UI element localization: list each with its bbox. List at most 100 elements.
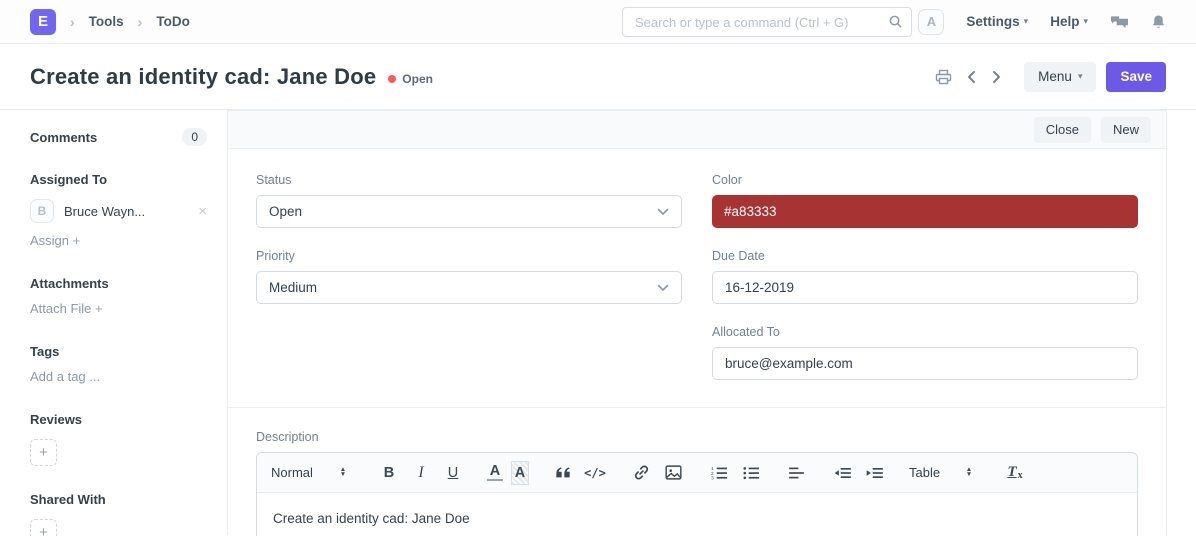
description-label: Description — [256, 430, 1138, 444]
attach-file-link[interactable]: Attach File + — [30, 301, 103, 316]
description-editor-content[interactable]: Create an identity cad: Jane Doe — [257, 493, 1137, 536]
due-date-label: Due Date — [712, 249, 1138, 263]
plus-icon: + — [39, 444, 48, 461]
due-date-input[interactable] — [712, 271, 1138, 304]
font-color-button[interactable]: A — [487, 464, 503, 481]
add-tag-input[interactable]: Add a tag ... — [30, 369, 100, 384]
new-button[interactable]: New — [1101, 117, 1151, 143]
chevron-down-icon: ▾ — [1083, 16, 1088, 27]
comments-count-badge: 0 — [182, 128, 207, 146]
priority-field: Priority Medium — [256, 249, 682, 304]
breadcrumb-todo[interactable]: ToDo — [156, 14, 190, 29]
status-label: Status — [256, 173, 682, 187]
link-button[interactable] — [629, 461, 653, 485]
search-icon — [888, 14, 903, 29]
navbar: E › Tools › ToDo A Settings ▾ Help ▾ — [0, 0, 1196, 44]
search-input[interactable] — [622, 7, 912, 37]
code-button[interactable]: </> — [583, 461, 607, 485]
clear-format-button[interactable]: T x — [1003, 461, 1027, 485]
reviews-heading: Reviews — [30, 412, 207, 427]
print-icon[interactable] — [933, 67, 954, 87]
ordered-list-button[interactable]: 1 2 3 — [707, 461, 731, 485]
settings-label: Settings — [966, 14, 1019, 29]
tags-heading: Tags — [30, 344, 207, 359]
priority-select[interactable]: Medium — [256, 271, 682, 304]
comments-link[interactable]: Comments — [30, 130, 97, 145]
prev-doc-chevron-icon[interactable] — [964, 68, 979, 86]
status-select[interactable]: Open — [256, 195, 682, 228]
form-column-left: Status Open Priority Medium — [256, 173, 682, 401]
status-indicator-label: Open — [402, 72, 433, 86]
attach-file-label: Attach File — [30, 301, 91, 316]
menu-button[interactable]: Menu ▾ — [1024, 62, 1096, 92]
status-field: Status Open — [256, 173, 682, 228]
section-divider — [228, 407, 1166, 408]
help-label: Help — [1050, 14, 1079, 29]
breadcrumb-chevron-icon: › — [70, 14, 75, 30]
table-updown-icon[interactable]: ▲ ▼ — [957, 461, 981, 485]
chevron-down-icon — [657, 208, 669, 216]
form-card: Close New Status Open — [227, 110, 1167, 535]
chat-icon[interactable] — [1110, 14, 1129, 30]
bullet-list-button[interactable] — [739, 461, 763, 485]
page-title: Create an identity cad: Jane Doe — [30, 64, 376, 90]
breadcrumb-tools[interactable]: Tools — [89, 14, 124, 29]
image-button[interactable] — [661, 461, 685, 485]
app-logo[interactable]: E — [30, 9, 56, 35]
indent-button[interactable] — [863, 461, 887, 485]
assignee-avatar: B — [30, 199, 54, 223]
form-sidebar: Comments 0 Assigned To B Bruce Wayn... ×… — [0, 110, 227, 535]
settings-menu[interactable]: Settings ▾ — [966, 14, 1028, 29]
bell-icon[interactable] — [1151, 14, 1166, 30]
assigned-to-heading: Assigned To — [30, 172, 207, 187]
plus-icon: + — [39, 524, 48, 536]
priority-value: Medium — [269, 280, 317, 295]
menu-button-label: Menu — [1038, 69, 1072, 84]
color-input[interactable]: #a83333 — [712, 195, 1138, 228]
color-field: Color #a83333 — [712, 173, 1138, 228]
chevron-down-icon: ▾ — [1078, 71, 1083, 82]
underline-button[interactable]: U — [441, 461, 465, 485]
add-share-button[interactable]: + — [30, 519, 57, 536]
allocated-to-label: Allocated To — [712, 325, 1138, 339]
next-doc-chevron-icon[interactable] — [989, 68, 1004, 86]
bold-button[interactable]: B — [377, 461, 401, 485]
user-avatar[interactable]: A — [918, 9, 944, 35]
chevron-down-icon — [657, 284, 669, 292]
blockquote-button[interactable] — [551, 461, 575, 485]
editor-toolbar: Normal ▲ ▼ B I U A A — [257, 453, 1137, 493]
chevron-down-icon: ▾ — [1024, 16, 1029, 27]
global-search — [622, 7, 912, 37]
add-review-button[interactable]: + — [30, 439, 57, 466]
allocated-to-input[interactable] — [712, 347, 1138, 380]
status-value: Open — [269, 204, 302, 219]
status-indicator: Open — [388, 72, 433, 86]
align-button[interactable] — [785, 461, 809, 485]
form-column-right: Color #a83333 Due Date Allocated To — [712, 173, 1138, 401]
description-section: Description Normal ▲ ▼ B I U A — [256, 430, 1138, 536]
save-button[interactable]: Save — [1106, 62, 1166, 92]
plus-icon: + — [95, 301, 103, 316]
clear-format-t: T — [1007, 464, 1016, 481]
form-status-toolbar: Close New — [228, 111, 1166, 149]
outdent-button[interactable] — [831, 461, 855, 485]
italic-button[interactable]: I — [409, 461, 433, 485]
highlight-button[interactable]: A — [511, 461, 529, 485]
remove-assignee-icon[interactable]: × — [198, 204, 207, 219]
style-updown-icon[interactable]: ▲ ▼ — [331, 461, 355, 485]
assignee-row: B Bruce Wayn... × — [30, 199, 207, 223]
triangle-down-icon: ▼ — [340, 473, 346, 477]
svg-text:3: 3 — [711, 475, 714, 479]
shared-with-heading: Shared With — [30, 492, 207, 507]
due-date-field: Due Date — [712, 249, 1138, 304]
priority-label: Priority — [256, 249, 682, 263]
close-button[interactable]: Close — [1034, 117, 1091, 143]
help-menu[interactable]: Help ▾ — [1050, 14, 1088, 29]
assign-label: Assign — [30, 233, 69, 248]
clear-format-x: x — [1018, 470, 1023, 481]
paragraph-style-select[interactable]: Normal — [271, 461, 323, 485]
page-header: Create an identity cad: Jane Doe Open Me… — [0, 44, 1196, 110]
assign-link[interactable]: Assign + — [30, 233, 80, 248]
assignee-name[interactable]: Bruce Wayn... — [64, 204, 145, 219]
table-button[interactable]: Table — [909, 461, 949, 485]
